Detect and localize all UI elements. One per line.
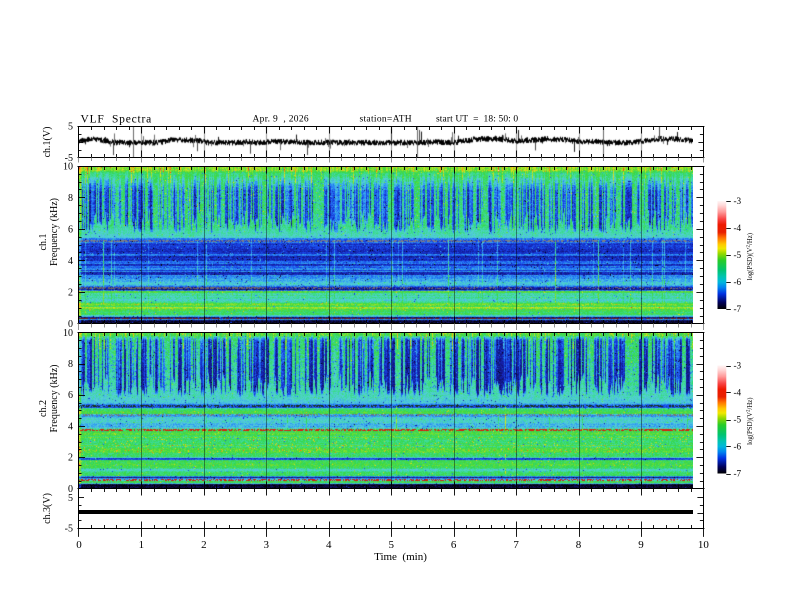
- svg-text:station=ATH: station=ATH: [360, 114, 412, 124]
- svg-text:Frequency (kHz): Frequency (kHz): [49, 364, 60, 432]
- svg-text:-3: -3: [734, 361, 742, 371]
- svg-text:-6: -6: [734, 442, 742, 452]
- svg-text:Apr. 9 , 2026: Apr. 9 , 2026: [253, 114, 309, 124]
- svg-text:9: 9: [638, 539, 644, 551]
- svg-text:6: 6: [451, 539, 457, 551]
- svg-text:3: 3: [264, 539, 270, 551]
- svg-text:-6: -6: [734, 277, 742, 287]
- svg-text:5: 5: [388, 539, 394, 551]
- svg-text:-5: -5: [734, 250, 742, 260]
- svg-text:Time (min): Time (min): [374, 551, 427, 563]
- svg-text:log(PSD)(V2/Hz): log(PSD)(V2/Hz): [747, 397, 755, 444]
- svg-text:10: 10: [63, 328, 73, 339]
- svg-text:7: 7: [513, 539, 519, 551]
- svg-text:log(PSD)(V2/Hz): log(PSD)(V2/Hz): [747, 233, 755, 280]
- svg-text:4: 4: [68, 422, 73, 433]
- svg-text:6: 6: [68, 224, 73, 235]
- svg-text:6: 6: [68, 390, 73, 401]
- svg-text:8: 8: [68, 193, 73, 204]
- svg-text:5: 5: [68, 122, 73, 133]
- svg-text:-7: -7: [734, 469, 742, 479]
- svg-text:-3: -3: [734, 196, 742, 206]
- svg-text:2: 2: [68, 287, 73, 298]
- svg-text:ch.2: ch.2: [38, 400, 49, 417]
- svg-text:ch.1(V): ch.1(V): [42, 127, 53, 158]
- svg-text:2: 2: [201, 539, 207, 551]
- svg-text:VLF Spectra: VLF Spectra: [81, 114, 153, 126]
- svg-text:4: 4: [326, 539, 332, 551]
- svg-text:-4: -4: [734, 223, 742, 233]
- svg-text:-5: -5: [65, 524, 73, 535]
- svg-text:-7: -7: [734, 304, 742, 314]
- svg-text:0: 0: [76, 539, 82, 551]
- svg-text:5: 5: [68, 493, 73, 504]
- svg-text:start UT = 18: 50: 0: start UT = 18: 50: 0: [436, 114, 518, 124]
- svg-text:1: 1: [139, 539, 145, 551]
- svg-text:10: 10: [63, 161, 73, 172]
- svg-text:ch.3(V): ch.3(V): [42, 493, 53, 524]
- svg-text:ch.1: ch.1: [38, 234, 49, 251]
- svg-text:-5: -5: [734, 415, 742, 425]
- svg-text:4: 4: [68, 256, 73, 267]
- svg-text:8: 8: [576, 539, 582, 551]
- svg-text:-4: -4: [734, 388, 742, 398]
- svg-text:2: 2: [68, 453, 73, 464]
- svg-text:10: 10: [698, 539, 710, 551]
- svg-text:8: 8: [68, 359, 73, 370]
- svg-text:Frequency (kHz): Frequency (kHz): [49, 198, 60, 266]
